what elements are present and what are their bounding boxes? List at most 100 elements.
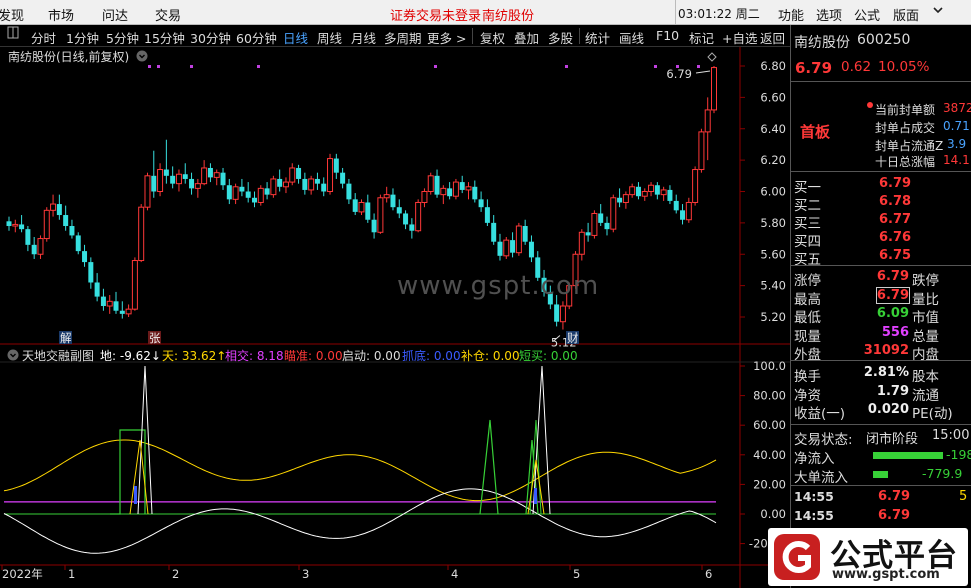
candle-body [478,199,484,208]
candle-body [617,197,623,203]
highlight-box [876,287,910,304]
watermark-text: www.gspt.com [397,271,599,301]
candle-body [685,201,692,221]
menu-market[interactable]: 市场 [48,5,74,24]
menu-formula[interactable]: 公式 [854,5,880,24]
back-button[interactable]: 返回 [760,28,785,47]
candle-body [459,182,465,190]
draw-line-button[interactable]: 画线 [619,28,644,47]
candle-body [257,187,264,203]
indicator-tick-label: 60.00 [753,418,786,432]
tab-more[interactable]: 更多 > [427,28,466,47]
candle-body [390,194,396,208]
legend-duanmai: 短买: 0.00 [519,349,578,363]
menu-function[interactable]: 功能 [778,5,804,24]
candle-body [175,173,182,185]
candle-body [327,158,334,192]
candle-body [528,241,534,258]
menu-options[interactable]: 选项 [816,5,842,24]
tick-price: 6.79 [878,508,911,523]
order-level-price: 6.76 [879,230,912,245]
minimize-button[interactable] [925,2,951,22]
tab-weekly[interactable]: 周线 [317,28,342,47]
order-book-row: 买一 6.79 [791,175,971,196]
candle-body [434,175,440,195]
statistics-button[interactable]: 统计 [585,28,610,47]
candle-body [308,178,315,191]
stat-label: 收益(一) [794,406,846,422]
trade-status-time: 15:00 [932,428,970,443]
stat-value: 1.79 [876,383,909,399]
candle-body [296,167,302,179]
tab-30min[interactable]: 30分钟 [190,28,231,47]
limit-stat-label: 当前封单额 [875,103,936,117]
toggle-icon[interactable] [7,26,19,43]
multi-stock-button[interactable]: 多股 [548,28,573,47]
tab-60min[interactable]: 60分钟 [236,28,277,47]
price-change: 0.62 [841,59,872,75]
tab-1min[interactable]: 1分钟 [66,28,99,47]
stat-value: 6.09 [876,306,909,321]
candle-body [144,175,151,208]
candle-body [282,181,289,188]
candle-body [578,231,585,255]
menu-wenda[interactable]: 问达 [102,5,128,24]
tab-15min[interactable]: 15分钟 [144,28,185,47]
menu-layout[interactable]: 版面 [893,5,919,24]
mark-button[interactable]: 标记 [689,28,714,47]
tab-fenshi[interactable]: 分时 [31,28,56,47]
high-arrow [695,70,711,74]
candle-body [667,189,673,201]
price-tick-label: 5.20 [760,310,786,324]
menu-trade[interactable]: 交易 [155,5,181,24]
chevron-down-icon[interactable] [136,50,148,62]
overlay-button[interactable]: 叠加 [514,28,539,47]
indicator-tick-label: 100.0 [753,359,786,373]
tab-daily[interactable]: 日线 [283,28,308,47]
candle-body [56,204,62,216]
tab-5min[interactable]: 5分钟 [106,28,139,47]
candle-body [365,202,371,220]
candle-body [106,300,113,307]
stat-row: 净资 1.79 流通 [791,383,971,404]
candle-body [151,175,157,192]
tab-monthly[interactable]: 月线 [351,28,376,47]
kline-chart[interactable]: 6.795.12解张财www.gspt.com 6.806.606.406.20… [0,47,790,588]
net-inflow-bar [873,452,943,459]
candle-body [377,197,384,233]
event-dot [565,65,568,68]
menu-discover[interactable]: 发现 [0,5,24,24]
candle-body [704,109,711,133]
date-tick-label: 4 [451,567,458,581]
candle-body [226,185,232,200]
trade-login-warning[interactable]: 证券交易未登录 [390,5,481,24]
price-tick-label: 6.40 [760,122,786,136]
stock-code: 600250 [857,32,911,48]
add-favorite-button[interactable]: +自选 [722,28,757,47]
candle-body [409,224,415,231]
chevron-down-icon[interactable] [7,349,19,361]
fuquan-button[interactable]: 复权 [480,28,505,47]
candle-body [43,209,50,240]
net-inflow-label: 净流入 [794,451,835,467]
trade-status-value: 闭市阶段 [866,432,919,447]
limit-stat-value: 0.71 [943,119,970,133]
chart-title-bar: 南纺股份(日线,前复权) [8,48,148,65]
date-tick-label: 3 [302,567,309,581]
candle-body [559,305,566,323]
price-change-pct: 10.05% [878,59,930,75]
stat-row: 换手 2.81% 股本 [791,364,971,385]
f10-button[interactable]: F10 [656,28,679,43]
menu-bar: 发现 市场 问达 交易 证券交易未登录 南纺股份 03:01:22 周二 功能 … [0,0,971,25]
price-tick-label: 5.60 [760,247,786,261]
candle-body [622,194,629,203]
date-tick-label: 6 [705,567,712,581]
event-dot [148,65,151,68]
trade-status-label: 交易状态: [794,432,853,448]
candle-body [19,224,25,230]
tab-multi-period[interactable]: 多周期 [384,28,422,47]
candle-body [604,222,610,230]
candle-body [194,183,201,189]
stat-value: 6.79 [876,269,909,284]
stock-name-link[interactable]: 南纺股份 [482,5,534,24]
